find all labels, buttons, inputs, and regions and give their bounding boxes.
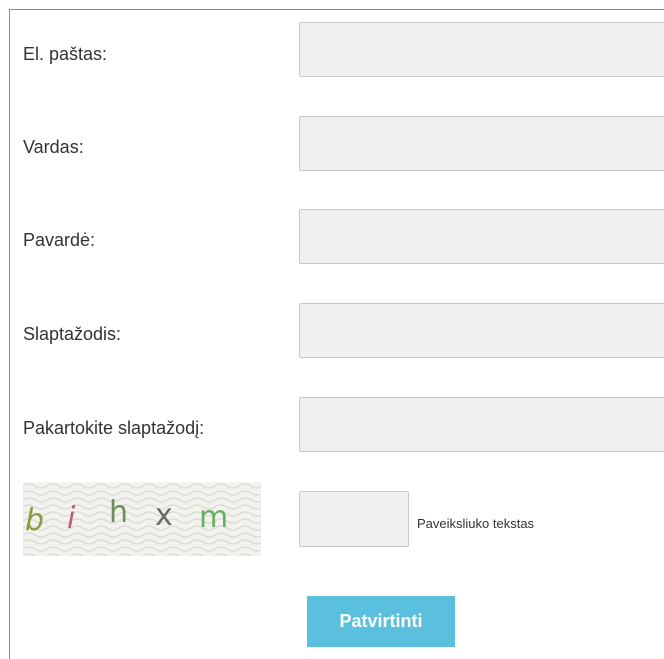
captcha-letter: m [199,500,228,535]
captcha-image: bihxm [23,482,261,556]
password-field[interactable] [299,303,664,358]
first-name-label: Vardas: [23,137,84,157]
captcha-input[interactable] [299,491,409,547]
captcha-letter: h [109,495,128,530]
password-label: Slaptažodis: [23,324,122,344]
last-name-field[interactable] [299,209,664,264]
email-label: El. paštas: [23,44,108,64]
captcha-hint: Paveiksliuko tekstas [417,516,535,531]
submit-button[interactable]: Patvirtinti [307,596,455,647]
captcha-letter: b [25,503,44,538]
repeat-password-label: Pakartokite slaptažodį: [23,418,205,438]
captcha-letter: x [155,498,173,533]
last-name-label: Pavardė: [23,230,96,250]
captcha-letter: i [67,501,76,536]
first-name-field[interactable] [299,116,664,171]
repeat-password-field[interactable] [299,397,664,452]
email-field[interactable] [299,22,664,77]
